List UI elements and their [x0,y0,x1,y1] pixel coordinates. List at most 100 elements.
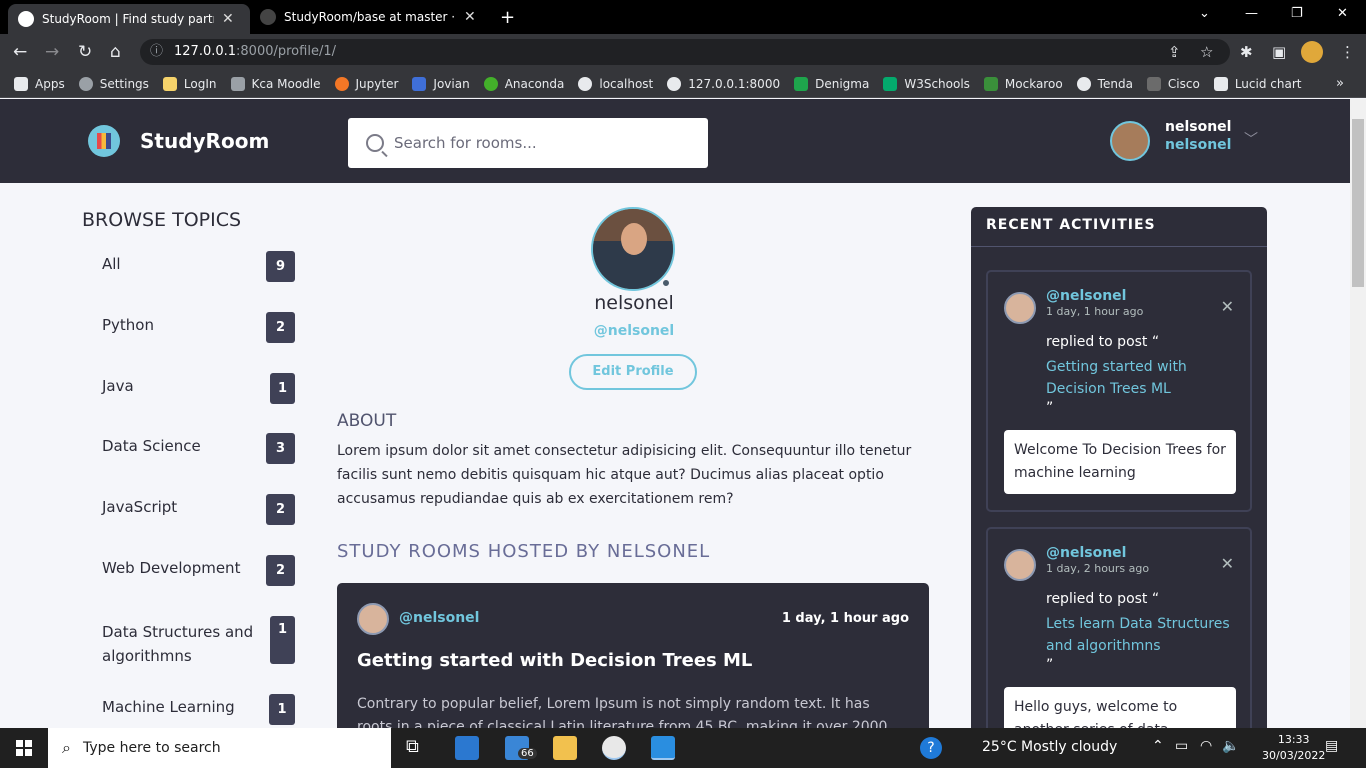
bookmark-denigma[interactable]: Denigma [794,76,869,91]
vscode-icon[interactable] [651,736,675,760]
header-user-handle: nelsonel [1165,137,1232,153]
logo-icon[interactable] [88,125,120,157]
volume-icon[interactable]: 🔈 [1222,738,1239,754]
activity-user[interactable]: @nelsonel [1046,288,1126,304]
taskbar-clock[interactable]: 13:33 30/03/2022 [1262,732,1325,764]
page-scrollbar[interactable] [1350,99,1366,728]
bookmark-w3schools[interactable]: W3Schools [883,76,970,91]
forward-icon[interactable]: → [45,42,59,62]
bookmark-login[interactable]: LogIn [162,76,217,91]
bookmark-tenda[interactable]: Tenda [1076,76,1133,91]
clock-date: 30/03/2022 [1262,749,1326,762]
bookmark-localhost[interactable]: localhost [578,76,653,91]
chevron-down-icon[interactable]: ﹀ [1244,129,1258,149]
topic-count-badge: 1 [269,694,295,725]
back-icon[interactable]: ← [13,42,27,62]
room-time: 1 day, 1 hour ago [781,611,909,626]
about-title: ABOUT [337,411,397,431]
bookmark-settings[interactable]: Settings [78,76,149,91]
room-title[interactable]: Getting started with Decision Trees ML [357,650,752,671]
side-panel-icon[interactable]: ▣ [1272,43,1286,61]
weather-widget[interactable]: 25°C Mostly cloudy [982,739,1117,755]
bookmark-apps[interactable]: Apps [14,76,65,91]
topic-javascript[interactable]: JavaScript [102,498,177,516]
room-card[interactable]: @nelsonel 1 day, 1 hour ago Getting star… [337,583,929,758]
topic-all[interactable]: All [102,255,121,273]
close-icon[interactable]: ✕ [1221,297,1234,316]
share-icon[interactable]: ⇪ [1168,43,1181,61]
avatar[interactable] [357,603,389,635]
maximize-button[interactable]: ❐ [1291,6,1303,21]
about-text: Lorem ipsum dolor sit amet consectetur a… [337,443,912,507]
bookmark-kca-moodle[interactable]: Kca Moodle [230,76,321,91]
jupyter-icon [334,76,349,91]
chrome-icon[interactable] [602,736,626,760]
room-host[interactable]: @nelsonel [399,610,479,626]
tab-search-icon[interactable]: ⌄ [1199,6,1210,21]
windows-start-icon[interactable] [16,740,32,756]
site-info-icon[interactable]: ⓘ [150,39,163,65]
login-icon [162,76,177,91]
bookmarks-bar: Apps Settings LogIn Kca Moodle Jupyter J… [0,70,1366,98]
avatar[interactable] [1004,292,1036,324]
avatar[interactable] [1004,549,1036,581]
topic-java[interactable]: Java [102,377,134,395]
bookmark-cisco[interactable]: Cisco [1146,76,1200,91]
w3schools-icon [883,76,898,91]
taskbar-search-input[interactable]: ⌕ Type here to search [48,728,391,768]
bookmark-jovian[interactable]: Jovian [412,76,470,91]
avatar[interactable] [1110,121,1150,161]
tab-github[interactable]: StudyRoom/base at master · 1Ne ✕ [250,0,492,34]
minimize-button[interactable]: — [1245,6,1258,21]
task-view-icon[interactable]: ⧉ [406,736,419,757]
store-icon[interactable] [455,736,479,760]
bookmark-jupyter[interactable]: Jupyter [334,76,398,91]
close-window-button[interactable]: ✕ [1337,6,1348,21]
activity-link[interactable]: Lets learn Data Structures and algorithm… [1046,613,1242,657]
url-bar[interactable]: ⓘ 127.0.0.1:8000/profile/1/ [140,39,1230,65]
search-placeholder: Search for rooms... [394,134,537,152]
bookmark-127[interactable]: 127.0.0.1:8000 [667,76,780,91]
profile-avatar-icon[interactable] [1301,41,1323,63]
close-tab-icon[interactable]: ✕ [464,9,476,25]
bookmark-anaconda[interactable]: Anaconda [483,76,564,91]
close-tab-icon[interactable]: ✕ [222,11,234,27]
mail-badge: 66 [518,748,537,759]
close-icon[interactable]: ✕ [1221,554,1234,573]
topic-data-structures[interactable]: Data Structures and algorithmns [102,620,262,668]
help-icon[interactable]: ? [920,737,942,759]
edit-profile-button[interactable]: Edit Profile [569,354,697,390]
activity-link[interactable]: Getting started with Decision Trees ML [1046,356,1242,400]
topic-count-badge: 1 [270,616,295,664]
notifications-icon[interactable]: ▤ [1325,738,1338,754]
topic-count-badge: 9 [266,251,295,282]
tab-title: StudyRoom | Find study partners [42,12,214,26]
activity-time: 1 day, 2 hours ago [1046,562,1150,575]
tray-chevron-icon[interactable]: ⌃ [1152,738,1164,754]
scrollbar-thumb[interactable] [1352,119,1364,287]
search-input[interactable]: Search for rooms... [348,118,708,168]
jovian-icon [412,76,427,91]
wifi-icon[interactable]: ◠ [1200,738,1212,754]
moodle-icon [230,76,245,91]
menu-icon[interactable]: ⋮ [1340,43,1355,61]
bookmark-star-icon[interactable]: ☆ [1200,43,1213,61]
file-explorer-icon[interactable] [553,736,577,760]
bookmark-mockaroo[interactable]: Mockaroo [983,76,1063,91]
brand-name[interactable]: StudyRoom [140,129,269,153]
home-icon[interactable]: ⌂ [110,42,121,62]
activity-user[interactable]: @nelsonel [1046,545,1126,561]
bookmark-lucid-chart[interactable]: Lucid chart [1213,76,1301,91]
bookmarks-overflow-icon[interactable]: » [1336,76,1344,91]
topic-data-science[interactable]: Data Science [102,437,201,455]
new-tab-button[interactable]: + [500,7,515,28]
topic-python[interactable]: Python [102,316,154,334]
topic-web-development[interactable]: Web Development [102,559,240,577]
extensions-icon[interactable]: ✱ [1240,43,1253,61]
reload-icon[interactable]: ↻ [78,42,92,62]
taskbar-search-placeholder: Type here to search [82,740,221,756]
activity-action: replied to post “ [1046,591,1160,607]
tab-studyroom[interactable]: StudyRoom | Find study partners ✕ [8,4,250,34]
topic-machine-learning[interactable]: Machine Learning [102,698,235,716]
battery-icon[interactable]: ▭ [1175,738,1188,754]
